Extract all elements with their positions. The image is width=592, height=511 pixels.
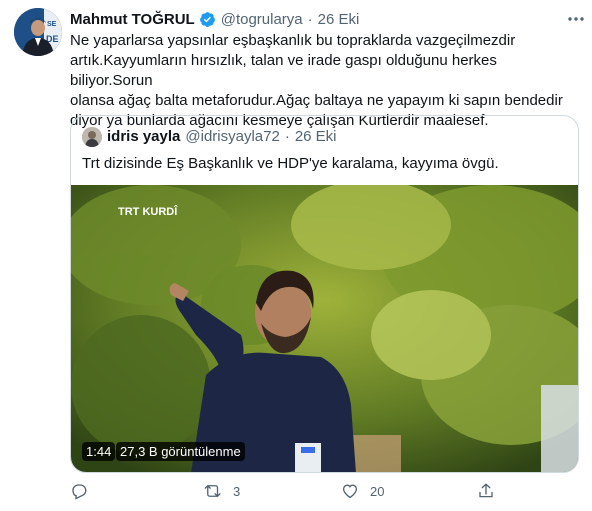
quoted-author-name[interactable]: idris yayla	[107, 128, 180, 145]
quoted-tweet-text: Trt dizisinde Eş Başkanlık ve HDP'ye kar…	[82, 155, 499, 172]
tweet-date[interactable]: 26 Eki	[318, 11, 360, 28]
quoted-tweet-date[interactable]: 26 Eki	[295, 128, 337, 145]
retweet-icon	[204, 485, 221, 497]
quoted-tweet-header: idris yayla @idrisyayla72 · 26 Eki	[107, 126, 337, 146]
like-count: 20	[370, 483, 385, 499]
svg-text:SE: SE	[47, 21, 57, 28]
verified-badge-icon	[199, 11, 216, 28]
video-thumbnail: TRT KURDÎ	[71, 185, 578, 472]
reply-button[interactable]	[70, 480, 99, 502]
quoted-separator-dot: ·	[284, 127, 290, 145]
author-avatar-image: SE DE	[14, 8, 62, 56]
quoted-author-handle[interactable]: @idrisyayla72	[185, 128, 279, 145]
retweet-button[interactable]: 3	[204, 480, 240, 502]
heart-icon	[342, 484, 358, 499]
author-name[interactable]: Mahmut TOĞRUL	[70, 11, 195, 28]
tweet-header: Mahmut TOĞRUL @togrularya · 26 Eki	[70, 9, 578, 29]
reply-icon	[72, 484, 87, 500]
quoted-author-avatar[interactable]	[82, 127, 102, 147]
share-icon	[479, 483, 493, 498]
retweet-count: 3	[233, 483, 241, 499]
video-player[interactable]: TRT KURDÎ 1:44 27,3 B görüntülenme	[71, 185, 578, 472]
video-views: 27,3 B görüntülenme	[116, 442, 245, 461]
more-options-icon[interactable]	[566, 12, 586, 24]
separator-dot: ·	[307, 10, 313, 28]
like-button[interactable]: 20	[341, 480, 384, 502]
author-handle[interactable]: @togrularya	[221, 11, 303, 28]
video-duration: 1:44	[82, 442, 116, 461]
tweet[interactable]: SE DE Mahmut TOĞRUL @togrularya · 26 Eki…	[0, 0, 592, 511]
share-button[interactable]	[477, 480, 506, 502]
quoted-tweet[interactable]: idris yayla @idrisyayla72 · 26 Eki Trt d…	[70, 115, 579, 473]
channel-logo: TRT KURDÎ	[118, 205, 178, 218]
tweet-actions: 3 20	[70, 480, 500, 502]
author-avatar[interactable]: SE DE	[14, 8, 62, 56]
